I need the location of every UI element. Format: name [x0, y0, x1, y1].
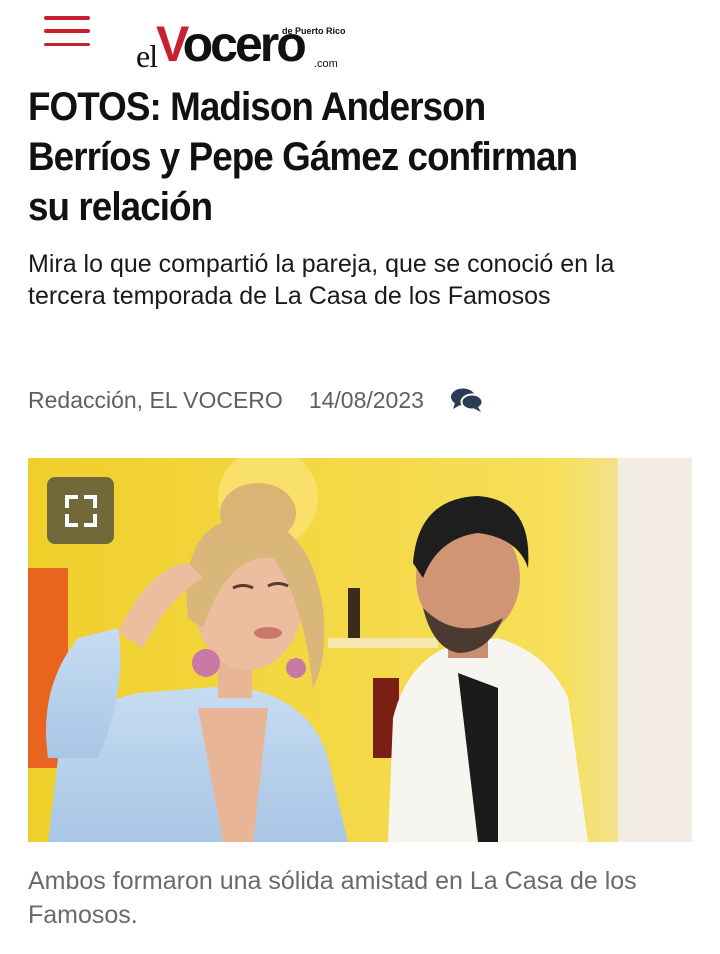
fullscreen-expand-icon[interactable] — [47, 477, 114, 544]
logo-suffix: .com — [314, 58, 338, 70]
comments-icon[interactable] — [450, 387, 484, 413]
couple-photo-image — [28, 458, 692, 842]
article-byline: Redacción, EL VOCERO 14/08/2023 — [28, 384, 484, 416]
logo-brand: Vocero — [156, 16, 307, 72]
site-header: el Vocero de Puerto Rico .com — [0, 0, 720, 80]
article-subheadline: Mira lo que compartió la pareja, que se … — [28, 250, 615, 310]
site-logo[interactable]: el Vocero de Puerto Rico .com — [136, 14, 356, 74]
logo-prefix: el — [136, 38, 158, 74]
article-headline: FOTOS: Madison Anderson Berríos y Pepe G… — [28, 85, 578, 229]
hamburger-menu-icon[interactable] — [44, 16, 90, 46]
article-photo[interactable] — [28, 458, 692, 842]
article-date: 14/08/2023 — [308, 386, 424, 413]
logo-tagline: de Puerto Rico — [282, 26, 346, 36]
photo-caption: Ambos formaron una sólida amistad en La … — [28, 867, 637, 929]
article-author[interactable]: Redacción, EL VOCERO — [28, 387, 283, 414]
